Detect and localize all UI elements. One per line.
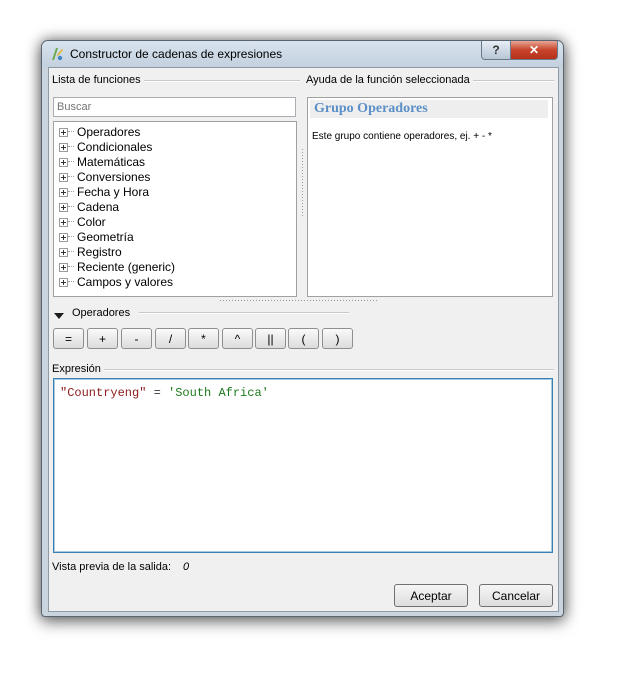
plus-box-icon[interactable] (59, 143, 68, 152)
operator-open-paren-button[interactable]: ( (288, 328, 319, 349)
tree-item-label: Color (77, 214, 106, 229)
operators-group-line (139, 312, 349, 314)
tree-connector (68, 161, 74, 162)
tree-item-label: Matemáticas (77, 154, 146, 169)
close-button[interactable]: ✕ (510, 41, 558, 60)
plus-box-icon[interactable] (59, 248, 68, 257)
tree-item-label: Cadena (77, 199, 120, 214)
function-help-panel: Grupo Operadores Este grupo contiene ope… (307, 97, 553, 297)
help-button[interactable]: ? (481, 41, 511, 60)
tree-item-label: Registro (77, 244, 122, 259)
operators-label[interactable]: Operadores (72, 307, 137, 319)
tree-item-label: Condicionales (77, 139, 153, 154)
operator-divide-button[interactable]: / (155, 328, 186, 349)
close-icon: ✕ (528, 43, 540, 57)
tree-item-label: Conversiones (77, 169, 151, 184)
operator-minus-button[interactable]: - (121, 328, 152, 349)
title-bar[interactable]: Constructor de cadenas de expresiones ? … (42, 41, 563, 67)
expression-group-line (52, 369, 554, 371)
operator-concat-button[interactable]: || (255, 328, 286, 349)
output-preview-value: 0 (183, 561, 190, 573)
tree-connector (68, 236, 74, 237)
operator-plus-button[interactable]: + (87, 328, 118, 349)
tree-connector (68, 131, 74, 132)
tree-connector (68, 191, 74, 192)
operator-equals-button[interactable]: = (53, 328, 84, 349)
tree-connector (68, 281, 74, 282)
tree-item-label: Geometría (77, 229, 134, 244)
tree-item-label: Operadores (77, 124, 141, 139)
plus-box-icon[interactable] (59, 218, 68, 227)
help-title-bar: Grupo Operadores (310, 100, 548, 118)
plus-box-icon[interactable] (59, 188, 68, 197)
accept-button[interactable]: Aceptar (394, 584, 468, 607)
help-group-label: Ayuda de la función seleccionada (306, 74, 473, 86)
function-tree[interactable]: Operadores Condicionales Matemáticas Con… (53, 121, 297, 297)
tree-connector (68, 221, 74, 222)
plus-box-icon[interactable] (59, 203, 68, 212)
expression-field-token: "Countryeng" (60, 386, 147, 400)
plus-box-icon[interactable] (59, 233, 68, 242)
tree-connector (68, 266, 74, 267)
tree-connector (68, 251, 74, 252)
plus-box-icon[interactable] (59, 158, 68, 167)
tree-connector (68, 146, 74, 147)
operator-close-paren-button[interactable]: ) (322, 328, 353, 349)
output-preview-label: Vista previa de la salida: (52, 561, 172, 573)
tree-item-label: Campos y valores (77, 274, 174, 289)
plus-box-icon[interactable] (59, 278, 68, 287)
plus-box-icon[interactable] (59, 263, 68, 272)
tree-connector (68, 206, 74, 207)
tree-connector (68, 176, 74, 177)
dialog-body: Lista de funciones Ayuda de la función s… (48, 67, 559, 612)
window-title: Constructor de cadenas de expresiones (70, 47, 283, 61)
vertical-splitter-handle[interactable] (301, 148, 304, 218)
help-title: Grupo Operadores (314, 101, 428, 116)
expression-operator-token: = (153, 386, 161, 400)
functions-group-label: Lista de funciones (52, 74, 144, 86)
triangle-down-icon[interactable] (54, 313, 64, 319)
tree-item-label: Reciente (generic) (77, 259, 176, 274)
cancel-button[interactable]: Cancelar (479, 584, 553, 607)
operator-multiply-button[interactable]: * (188, 328, 219, 349)
help-description: Este grupo contiene operadores, ej. + - … (312, 131, 492, 142)
horizontal-splitter-handle[interactable] (219, 299, 379, 302)
tree-item-label: Fecha y Hora (77, 184, 150, 199)
expression-builder-dialog: Constructor de cadenas de expresiones ? … (41, 40, 564, 617)
function-search-input[interactable] (53, 97, 296, 117)
expression-group-label: Expresión (52, 363, 104, 375)
help-icon: ? (492, 43, 500, 57)
operator-power-button[interactable]: ^ (222, 328, 253, 349)
plus-box-icon[interactable] (59, 173, 68, 182)
expression-text: "Countryeng" = 'South Africa' (60, 386, 269, 400)
expression-string-token: 'South Africa' (168, 386, 269, 400)
plus-box-icon[interactable] (59, 128, 68, 137)
qgis-expression-icon (52, 48, 63, 61)
expression-editor[interactable]: "Countryeng" = 'South Africa' (53, 378, 553, 553)
